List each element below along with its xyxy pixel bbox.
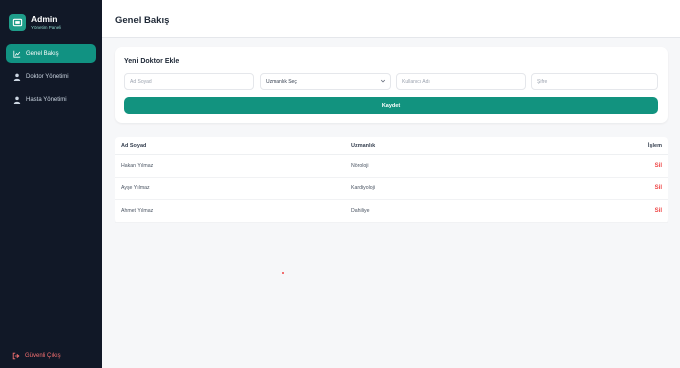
loading-dot bbox=[282, 272, 284, 274]
app-logo-icon bbox=[9, 14, 26, 31]
sidebar-item-label: Hasta Yönetimi bbox=[26, 96, 67, 103]
column-header-action: İşlem bbox=[647, 142, 662, 149]
chevron-down-icon bbox=[380, 78, 386, 86]
logout-icon bbox=[12, 352, 20, 360]
specialty-select[interactable]: Uzmanlık Seç bbox=[260, 73, 391, 90]
delete-button[interactable]: Sil bbox=[655, 208, 662, 214]
column-header-name: Ad Soyad bbox=[121, 142, 147, 149]
page-title: Genel Bakış bbox=[115, 15, 170, 26]
sidebar-item-overview[interactable]: Genel Bakış bbox=[6, 44, 96, 63]
table-row: Ayşe Yılmaz Kardiyoloji Sil bbox=[115, 178, 668, 200]
doctor-name: Ahmet Yılmaz bbox=[121, 207, 154, 214]
logout-label: Güvenli Çıkış bbox=[25, 353, 61, 359]
delete-button[interactable]: Sil bbox=[655, 163, 662, 169]
sidebar-item-label: Doktor Yönetimi bbox=[26, 73, 69, 80]
doctor-name: Hakan Yılmaz bbox=[121, 162, 154, 169]
page-header: Genel Bakış bbox=[102, 0, 680, 38]
doctors-table: Ad Soyad Uzmanlık İşlem Hakan Yılmaz Nör… bbox=[115, 137, 668, 223]
sidebar-item-doctors[interactable]: Doktor Yönetimi bbox=[6, 67, 96, 86]
chart-icon bbox=[13, 50, 21, 58]
table-header: Ad Soyad Uzmanlık İşlem bbox=[115, 137, 668, 155]
sidebar-item-patients[interactable]: Hasta Yönetimi bbox=[6, 90, 96, 109]
doctor-specialty: Kardiyoloji bbox=[351, 185, 375, 192]
doctor-specialty: Nöroloji bbox=[351, 162, 369, 169]
sidebar-nav: Genel Bakış Doktor Yönetimi Hasta Yöneti… bbox=[0, 44, 102, 109]
main-content: Genel Bakış Yeni Doktor Ekle Ad Soyad Uz… bbox=[102, 0, 680, 368]
brand-title: Admin bbox=[31, 14, 58, 24]
user-icon bbox=[13, 96, 21, 104]
table-row: Hakan Yılmaz Nöroloji Sil bbox=[115, 155, 668, 178]
delete-button[interactable]: Sil bbox=[655, 185, 662, 191]
name-input[interactable]: Ad Soyad bbox=[124, 73, 254, 90]
user-icon bbox=[13, 73, 21, 81]
form-title: Yeni Doktor Ekle bbox=[124, 58, 180, 65]
brand: Admin Yönetim Paneli bbox=[0, 0, 102, 36]
sidebar: Admin Yönetim Paneli Genel Bakış Doktor … bbox=[0, 0, 102, 368]
logout-button[interactable]: Güvenli Çıkış bbox=[12, 350, 61, 362]
doctor-specialty: Dahiliye bbox=[351, 207, 370, 214]
column-header-specialty: Uzmanlık bbox=[351, 142, 376, 149]
add-doctor-form: Yeni Doktor Ekle Ad Soyad Uzmanlık Seç K… bbox=[115, 47, 668, 123]
specialty-selected-value: Uzmanlık Seç bbox=[266, 78, 297, 85]
password-input[interactable]: Şifre bbox=[531, 73, 658, 90]
sidebar-item-label: Genel Bakış bbox=[26, 50, 59, 57]
table-row: Ahmet Yılmaz Dahiliye Sil bbox=[115, 200, 668, 223]
save-button[interactable]: Kaydet bbox=[124, 97, 658, 114]
brand-subtitle: Yönetim Paneli bbox=[31, 24, 62, 30]
username-input[interactable]: Kullanıcı Adı bbox=[396, 73, 526, 90]
doctor-name: Ayşe Yılmaz bbox=[121, 185, 150, 192]
